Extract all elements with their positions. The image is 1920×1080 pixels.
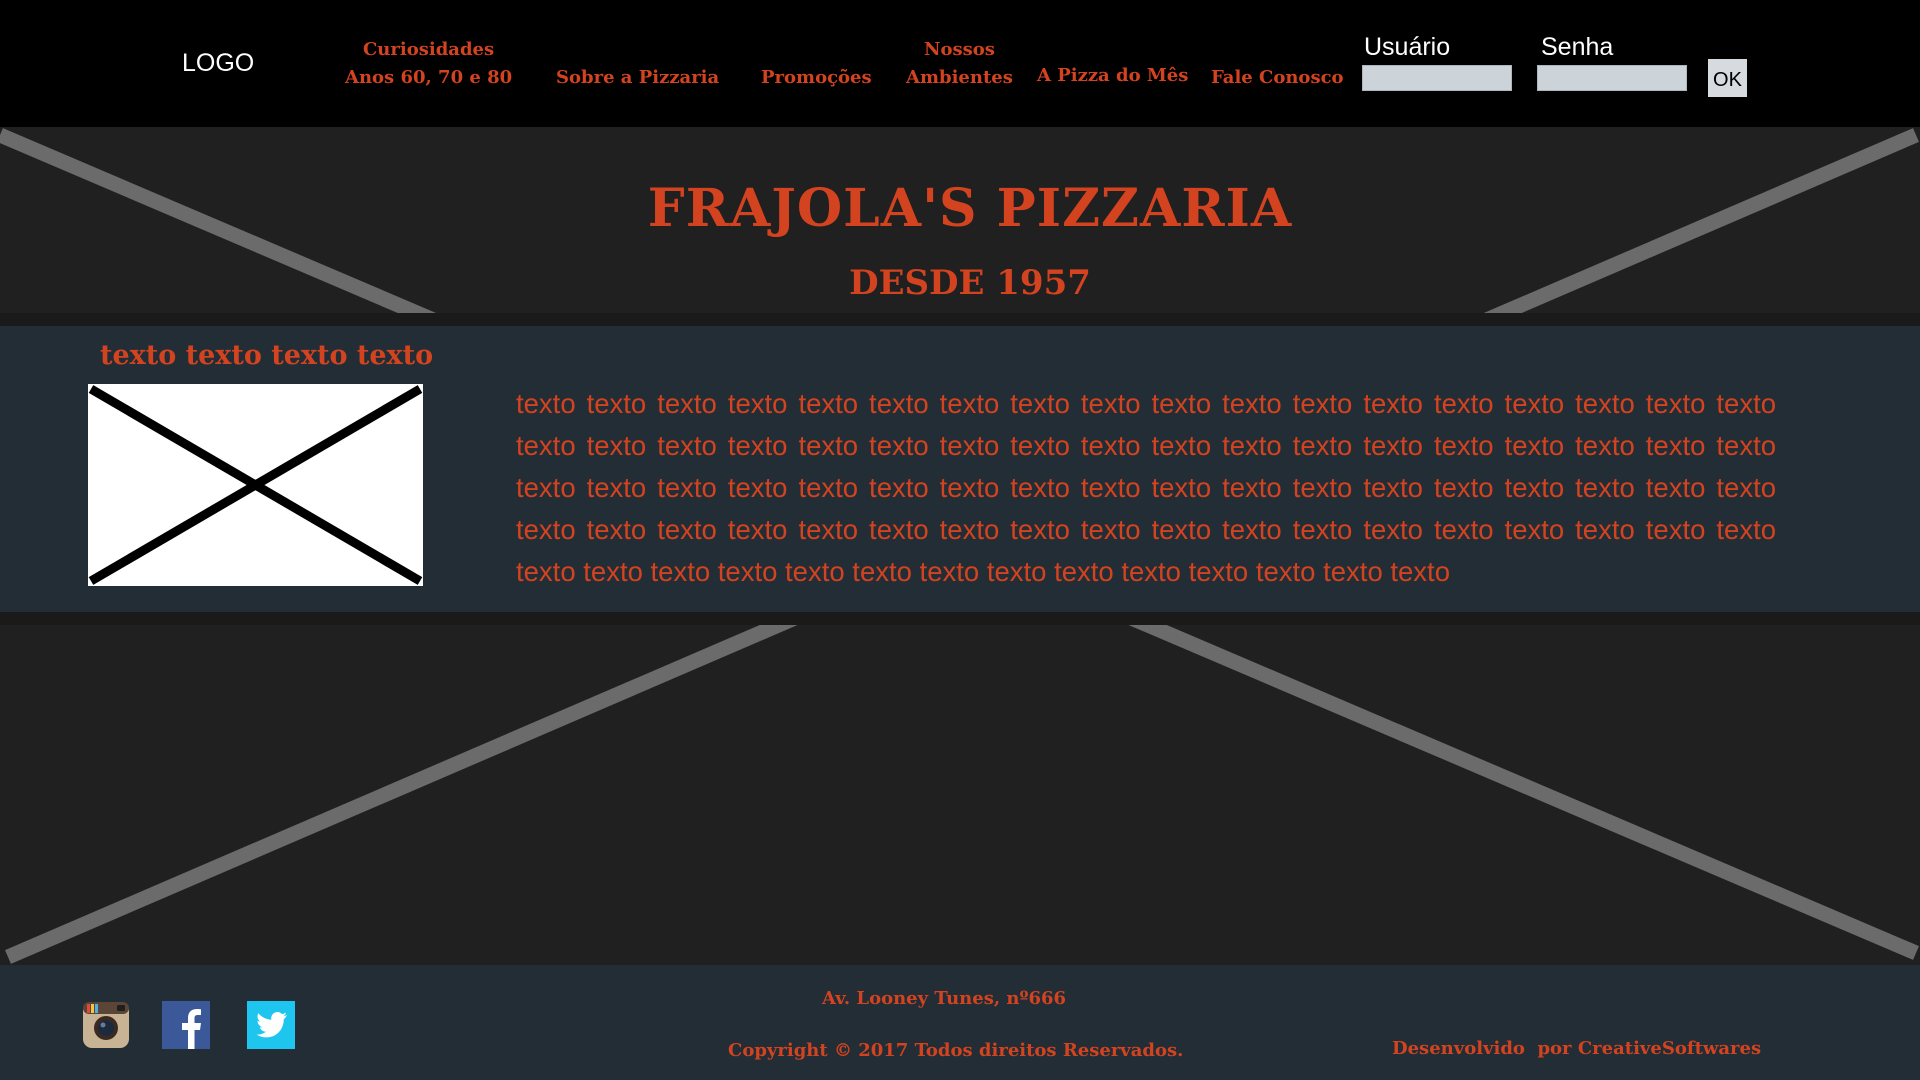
nav-link-pizza-do-mes-label: A Pizza do Mês bbox=[1037, 65, 1189, 86]
nav-link-curiosidades[interactable]: Curiosidades Anos 60, 70 e 80 bbox=[345, 36, 512, 92]
username-label: Usuário bbox=[1364, 33, 1451, 61]
nav-link-promocoes-label: Promoções bbox=[761, 67, 872, 88]
instagram-icon-stripe-yellow bbox=[91, 1004, 94, 1013]
instagram-icon[interactable] bbox=[82, 1001, 130, 1049]
instagram-icon-viewfinder bbox=[117, 1005, 125, 1011]
nav-link-promocoes[interactable]: Promoções bbox=[761, 64, 872, 92]
image-placeholder bbox=[88, 384, 423, 586]
nav-link-curiosidades-line2: Anos 60, 70 e 80 bbox=[345, 67, 513, 88]
instagram-icon-lens-glint bbox=[100, 1022, 106, 1028]
username-input[interactable] bbox=[1362, 65, 1512, 91]
page-subtitle: DESDE 1957 bbox=[849, 263, 1091, 303]
login-ok-button[interactable]: OK bbox=[1708, 59, 1747, 97]
nav-link-ambientes-line2: Ambientes bbox=[906, 67, 1013, 88]
footer: Av. Looney Tunes, nº666 Copyright © 2017… bbox=[0, 965, 1920, 1080]
page-title: FRAJOLA'S PIZZARIA bbox=[647, 178, 1293, 239]
footer-address: Av. Looney Tunes, nº666 bbox=[822, 988, 1067, 1009]
nav-link-curiosidades-line1: Curiosidades bbox=[362, 39, 495, 60]
content-band: texto texto texto texto texto texto text… bbox=[0, 326, 1920, 612]
footer-copyright: Copyright © 2017 Todos direitos Reservad… bbox=[728, 1040, 1184, 1061]
instagram-icon-stripe-blue bbox=[95, 1004, 98, 1013]
page: LOGO Curiosidades Anos 60, 70 e 80 Sobre… bbox=[0, 0, 1920, 1080]
nav-link-ambientes[interactable]: Nossos Ambientes bbox=[906, 36, 1013, 92]
content-heading: texto texto texto texto bbox=[100, 340, 434, 371]
nav-link-pizza-do-mes[interactable]: A Pizza do Mês bbox=[1037, 62, 1188, 90]
instagram-icon-stripe-red bbox=[87, 1004, 90, 1013]
top-navbar: LOGO Curiosidades Anos 60, 70 e 80 Sobre… bbox=[0, 0, 1920, 127]
instagram-icon-lens bbox=[98, 1020, 114, 1036]
footer-developer-credit: Desenvolvido por CreativeSoftwares bbox=[1392, 1038, 1761, 1059]
logo[interactable]: LOGO bbox=[182, 49, 254, 78]
password-input[interactable] bbox=[1537, 65, 1687, 91]
content-body-text: texto texto texto texto texto texto text… bbox=[516, 388, 1776, 587]
password-label: Senha bbox=[1541, 33, 1614, 61]
nav-link-sobre[interactable]: Sobre a Pizzaria bbox=[556, 64, 719, 92]
nav-link-fale-conosco-label: Fale Conosco bbox=[1211, 67, 1344, 88]
nav-link-fale-conosco[interactable]: Fale Conosco bbox=[1211, 64, 1344, 92]
twitter-icon[interactable] bbox=[247, 1001, 295, 1049]
footer-developer-prefix: Desenvolvido por bbox=[1392, 1038, 1572, 1059]
nav-link-ambientes-line1: Nossos bbox=[924, 39, 995, 60]
footer-developer-name[interactable]: CreativeSoftwares bbox=[1578, 1038, 1761, 1059]
nav-link-sobre-label: Sobre a Pizzaria bbox=[556, 67, 720, 88]
facebook-icon[interactable] bbox=[162, 1001, 210, 1049]
